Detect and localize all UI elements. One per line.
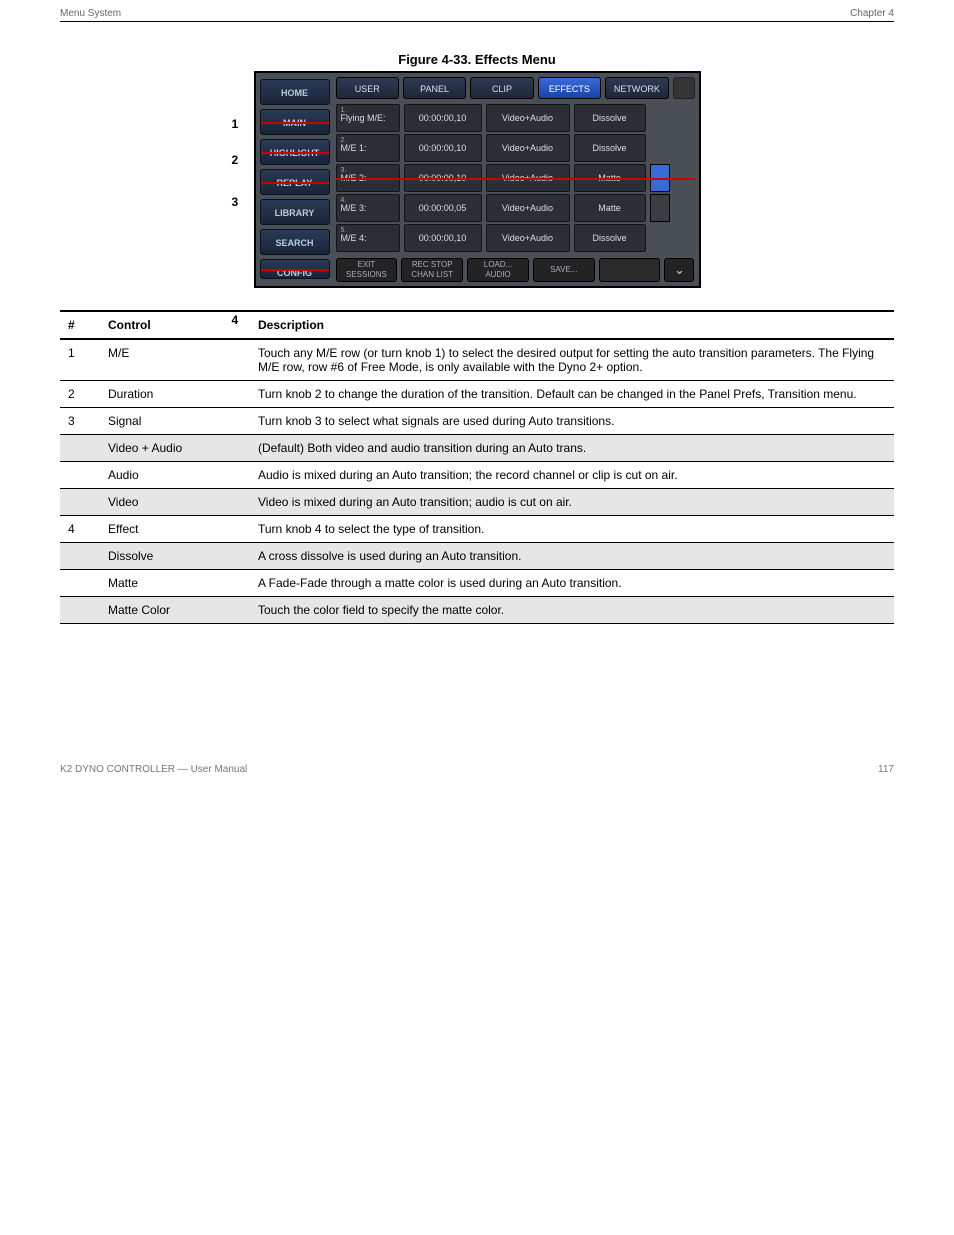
softkey[interactable]: LOAD...AUDIO [467,258,529,282]
matte-color-swatch [650,224,670,252]
table-cell: M/E [100,339,250,381]
matte-color-swatch [650,134,670,162]
table-cell: Video [100,489,250,516]
footer-left: K2 DYNO CONTROLLER — User Manual [60,764,247,775]
tab-network[interactable]: NETWORK [605,77,668,99]
table-cell: Matte [100,570,250,597]
softkey[interactable]: EXITSESSIONS [336,258,398,282]
table-cell: Turn knob 3 to select what signals are u… [250,408,894,435]
table-cell: Turn knob 2 to change the duration of th… [250,381,894,408]
nav-highlight[interactable]: HIGHLIGHT [260,139,330,165]
effects-cell[interactable]: Video+Audio [486,134,570,162]
table-row: Video + Audio(Default) Both video and au… [60,435,894,462]
table-row: DissolveA cross dissolve is used during … [60,543,894,570]
table-cell: 4 [60,516,100,543]
effects-cell[interactable]: 00:00:00,10 [404,104,482,132]
table-cell: Effect [100,516,250,543]
effects-cell[interactable]: Matte [574,194,646,222]
effects-menu-screenshot: 1234 HOMEMAINHIGHLIGHTREPLAYLIBRARYSEARC… [254,71,701,288]
table-cell: Matte Color [100,597,250,624]
table-cell: Audio [100,462,250,489]
table-row: 3SignalTurn knob 3 to select what signal… [60,408,894,435]
softkey[interactable]: SAVE... [533,258,595,282]
table-cell: Touch any M/E row (or turn knob 1) to se… [250,339,894,381]
softkey[interactable]: REC STOPCHAN LIST [401,258,463,282]
tab-spacer [673,77,695,99]
effects-cell[interactable]: Dissolve [574,104,646,132]
effects-cell[interactable]: 00:00:00,05 [404,194,482,222]
table-cell: Signal [100,408,250,435]
matte-color-swatch[interactable] [650,194,670,222]
chevron-down-icon[interactable]: ⌄ [664,258,694,282]
effects-cell[interactable]: Video+Audio [486,194,570,222]
table-cell: Touch the color field to specify the mat… [250,597,894,624]
table-cell [60,570,100,597]
figure-title: Figure 4-33. Effects Menu [60,52,894,67]
nav-config[interactable]: CONFIG [260,259,330,279]
table-row: VideoVideo is mixed during an Auto trans… [60,489,894,516]
effects-cell[interactable]: Dissolve [574,134,646,162]
table-row: AudioAudio is mixed during an Auto trans… [60,462,894,489]
table-cell: Turn knob 4 to select the type of transi… [250,516,894,543]
table-cell: 3 [60,408,100,435]
footer-right: 117 [878,764,894,775]
effects-cell[interactable]: 00:00:00,10 [404,224,482,252]
callout-1: 1 [232,117,239,131]
table-cell: Duration [100,381,250,408]
effects-cell[interactable]: Dissolve [574,224,646,252]
effects-cell[interactable]: 00:00:00,10 [404,134,482,162]
callout-3: 3 [232,195,239,209]
table-head: Control [100,311,250,339]
table-row: 1M/ETouch any M/E row (or turn knob 1) t… [60,339,894,381]
callout-2: 2 [232,153,239,167]
effects-cell[interactable]: Video+Audio [486,104,570,132]
table-cell: Dissolve [100,543,250,570]
table-cell: Video + Audio [100,435,250,462]
tab-panel[interactable]: PANEL [403,77,466,99]
effects-cell[interactable]: Video+Audio [486,224,570,252]
effects-row[interactable]: 4.M/E 3:00:00:00,05Video+AudioMatte [336,194,695,222]
table-row: MatteA Fade-Fade through a matte color i… [60,570,894,597]
effects-cell[interactable]: 1.Flying M/E: [336,104,400,132]
table-cell: 2 [60,381,100,408]
table-head: # [60,311,100,339]
table-cell: A cross dissolve is used during an Auto … [250,543,894,570]
table-cell: 1 [60,339,100,381]
table-cell [60,462,100,489]
table-cell: Audio is mixed during an Auto transition… [250,462,894,489]
softkey-blank [599,258,661,282]
tab-clip[interactable]: CLIP [470,77,533,99]
effects-cell[interactable]: 5.M/E 4: [336,224,400,252]
effects-cell[interactable]: 4.M/E 3: [336,194,400,222]
nav-replay[interactable]: REPLAY [260,169,330,195]
table-cell [60,489,100,516]
effects-row[interactable]: 5.M/E 4:00:00:00,10Video+AudioDissolve [336,224,695,252]
table-row: 2DurationTurn knob 2 to change the durat… [60,381,894,408]
table-cell [60,597,100,624]
table-head: Description [250,311,894,339]
controls-table: #ControlDescription 1M/ETouch any M/E ro… [60,310,894,624]
nav-main[interactable]: MAIN [260,109,330,135]
effects-cell[interactable]: 2.M/E 1: [336,134,400,162]
header-rule [60,21,894,22]
table-cell: A Fade-Fade through a matte color is use… [250,570,894,597]
table-cell [60,435,100,462]
table-row: 4EffectTurn knob 4 to select the type of… [60,516,894,543]
matte-color-swatch [650,104,670,132]
nav-search[interactable]: SEARCH [260,229,330,255]
nav-library[interactable]: LIBRARY [260,199,330,225]
table-cell: (Default) Both video and audio transitio… [250,435,894,462]
callout-4: 4 [232,313,239,327]
table-row: Matte ColorTouch the color field to spec… [60,597,894,624]
tab-user[interactable]: USER [336,77,399,99]
page-header-left: Menu System [60,8,121,19]
table-cell [60,543,100,570]
page-header-right: Chapter 4 [850,8,894,19]
nav-home[interactable]: HOME [260,79,330,105]
effects-row[interactable]: 2.M/E 1:00:00:00,10Video+AudioDissolve [336,134,695,162]
effects-row[interactable]: 1.Flying M/E:00:00:00,10Video+AudioDisso… [336,104,695,132]
table-cell: Video is mixed during an Auto transition… [250,489,894,516]
effects-row[interactable]: 3.M/E 2:00:00:00,10Video+AudioMatte [336,164,695,192]
tab-effects[interactable]: EFFECTS [538,77,601,99]
